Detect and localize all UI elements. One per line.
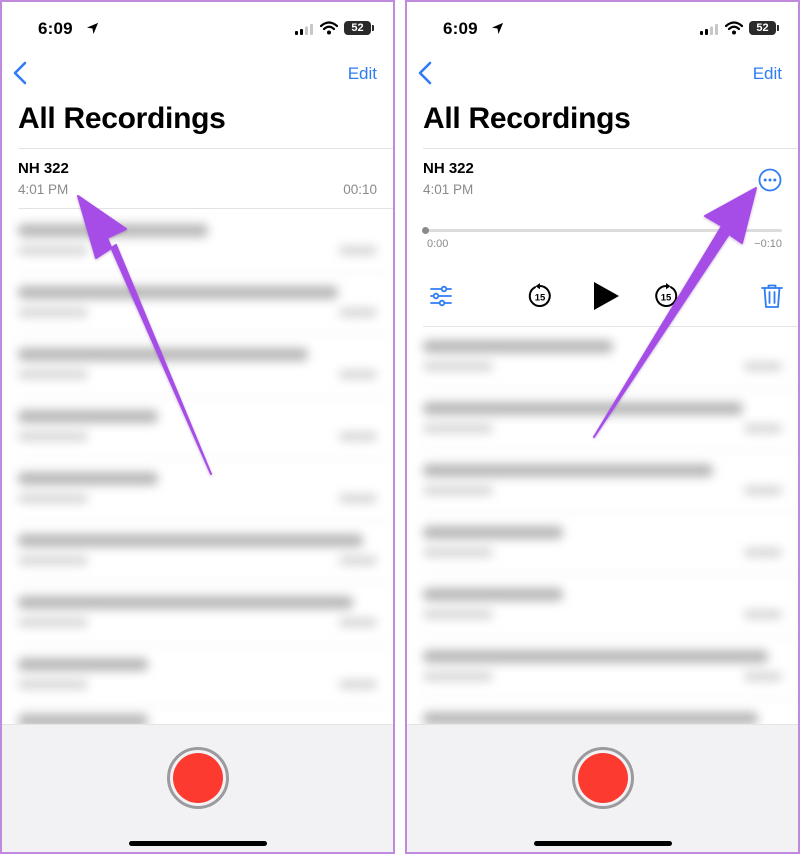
divider (18, 208, 393, 209)
list-item[interactable] (18, 286, 393, 336)
record-button[interactable] (571, 747, 634, 809)
location-arrow-icon (491, 22, 504, 35)
list-item[interactable] (18, 224, 393, 274)
divider (18, 148, 393, 149)
list-item[interactable] (423, 526, 798, 576)
bottom-bar (407, 724, 798, 852)
nav-bar: Edit (407, 58, 798, 88)
recording-name: NH 322 (423, 160, 474, 177)
skip-forward-15-button[interactable]: 15 (653, 283, 679, 309)
play-icon[interactable] (591, 280, 621, 312)
scrubber-knob[interactable] (422, 227, 429, 234)
list-item[interactable] (18, 658, 393, 708)
home-indicator (533, 841, 672, 846)
list-item[interactable] (18, 534, 393, 584)
page-title: All Recordings (18, 102, 226, 135)
page-title: All Recordings (423, 102, 631, 135)
recording-name: NH 322 (18, 160, 69, 177)
status-time: 6:09 (38, 19, 73, 38)
sliders-icon[interactable] (429, 284, 453, 308)
recording-time: 4:01 PM (18, 182, 69, 197)
recording-time: 4:01 PM (423, 182, 474, 197)
list-item[interactable] (18, 348, 393, 398)
divider (423, 326, 798, 327)
goforward-15-icon: 15 (655, 283, 678, 307)
recording-duration: 00:10 (343, 182, 377, 197)
home-indicator (128, 841, 267, 846)
bottom-bar (2, 724, 393, 852)
skip-back-15-button[interactable]: 15 (527, 283, 553, 309)
wifi-icon (320, 21, 338, 35)
battery-icon: 52 (344, 21, 374, 35)
list-item[interactable] (18, 410, 393, 460)
gobackward-15-icon: 15 (528, 283, 551, 307)
list-item[interactable] (423, 464, 798, 514)
skip-forward-seconds: 15 (661, 293, 672, 304)
edit-button[interactable]: Edit (348, 64, 377, 84)
list-item[interactable] (423, 402, 798, 452)
phone-screen-after: 6:09 52 Edit All Recordings NH 322 4:01 … (405, 0, 800, 854)
list-item[interactable] (423, 650, 798, 700)
status-bar: 6:09 52 (2, 2, 393, 54)
record-button[interactable] (166, 747, 229, 809)
status-bar: 6:09 52 (407, 2, 798, 54)
list-item[interactable] (423, 340, 798, 390)
wifi-icon (725, 21, 743, 35)
divider (423, 148, 798, 149)
back-chevron-icon[interactable] (415, 60, 437, 86)
list-item[interactable] (423, 588, 798, 638)
cellular-signal-icon (700, 24, 718, 35)
phone-screen-before: 6:09 52 Edit All Recordings NH 322 4:01 … (0, 0, 395, 854)
back-chevron-icon[interactable] (10, 60, 32, 86)
more-options-icon[interactable] (758, 168, 782, 192)
list-item[interactable] (18, 472, 393, 522)
remaining-time: −0:10 (754, 238, 782, 250)
cellular-signal-icon (295, 24, 313, 35)
edit-button[interactable]: Edit (753, 64, 782, 84)
trash-icon[interactable] (760, 283, 784, 309)
elapsed-time: 0:00 (427, 238, 449, 250)
location-arrow-icon (86, 22, 99, 35)
battery-icon: 52 (749, 21, 779, 35)
list-item[interactable] (18, 596, 393, 646)
status-time: 6:09 (443, 19, 478, 38)
nav-bar: Edit (2, 58, 393, 88)
skip-back-seconds: 15 (535, 293, 546, 304)
playback-scrubber[interactable] (422, 227, 782, 234)
